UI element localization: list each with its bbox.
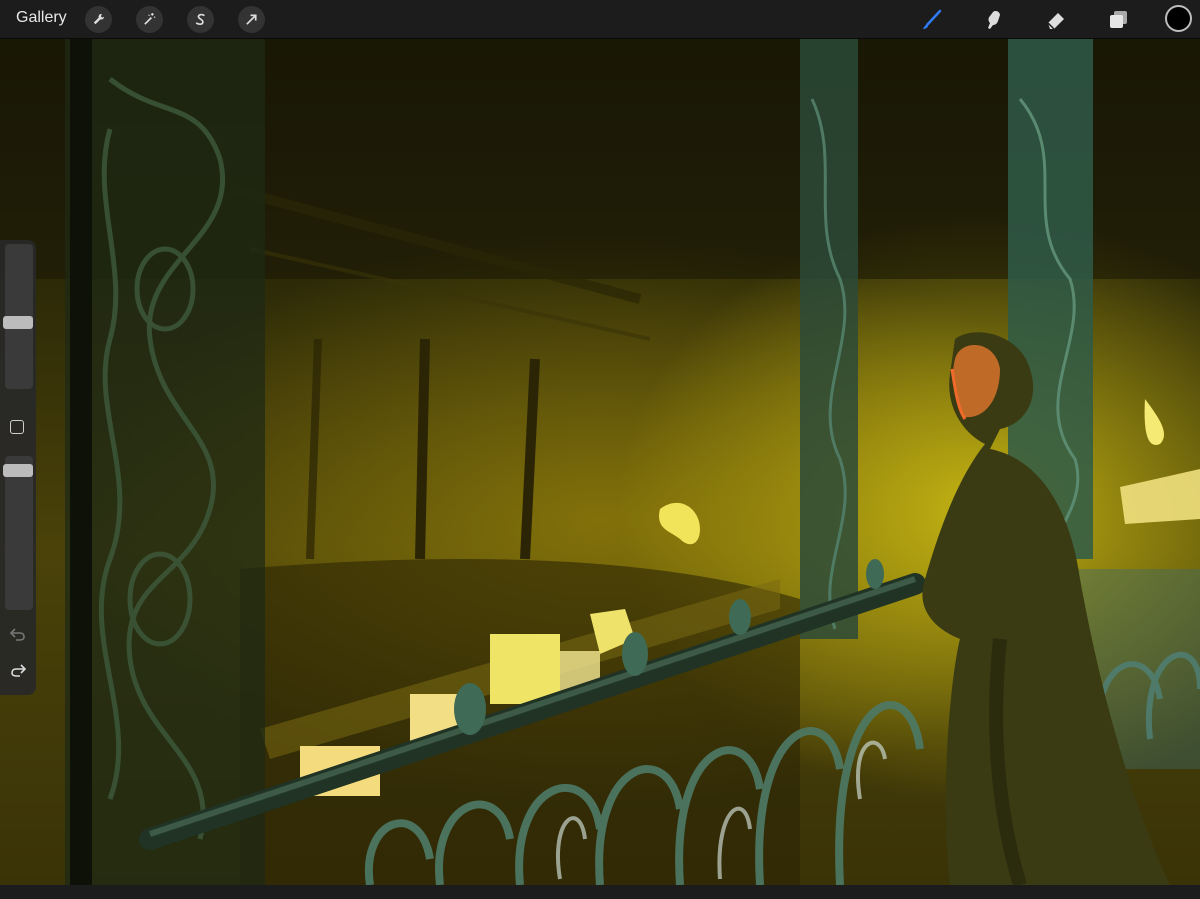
opacity-thumb[interactable] — [3, 464, 33, 477]
brush-size-slider[interactable] — [3, 244, 33, 389]
bottom-bar — [0, 885, 1200, 899]
eraser-icon[interactable] — [1042, 6, 1070, 34]
top-toolbar: Gallery — [0, 0, 1200, 39]
wrench-icon[interactable] — [85, 6, 112, 33]
color-picker-button[interactable] — [1165, 5, 1192, 32]
undo-icon[interactable] — [9, 625, 27, 643]
selection-s-icon[interactable] — [187, 6, 214, 33]
square-icon[interactable] — [10, 420, 24, 434]
smudge-icon[interactable] — [980, 6, 1008, 34]
opacity-slider[interactable] — [3, 456, 33, 610]
brush-icon[interactable] — [918, 6, 946, 34]
brush-size-thumb[interactable] — [3, 316, 33, 329]
transform-arrow-icon[interactable] — [238, 6, 265, 33]
sidebar-panel — [0, 240, 36, 695]
magic-wand-icon[interactable] — [136, 6, 163, 33]
painting-canvas[interactable] — [0, 39, 1200, 885]
painting-artwork — [0, 39, 1200, 885]
gallery-button[interactable]: Gallery — [16, 9, 67, 27]
layers-icon[interactable] — [1104, 6, 1132, 34]
redo-icon[interactable] — [9, 661, 27, 679]
